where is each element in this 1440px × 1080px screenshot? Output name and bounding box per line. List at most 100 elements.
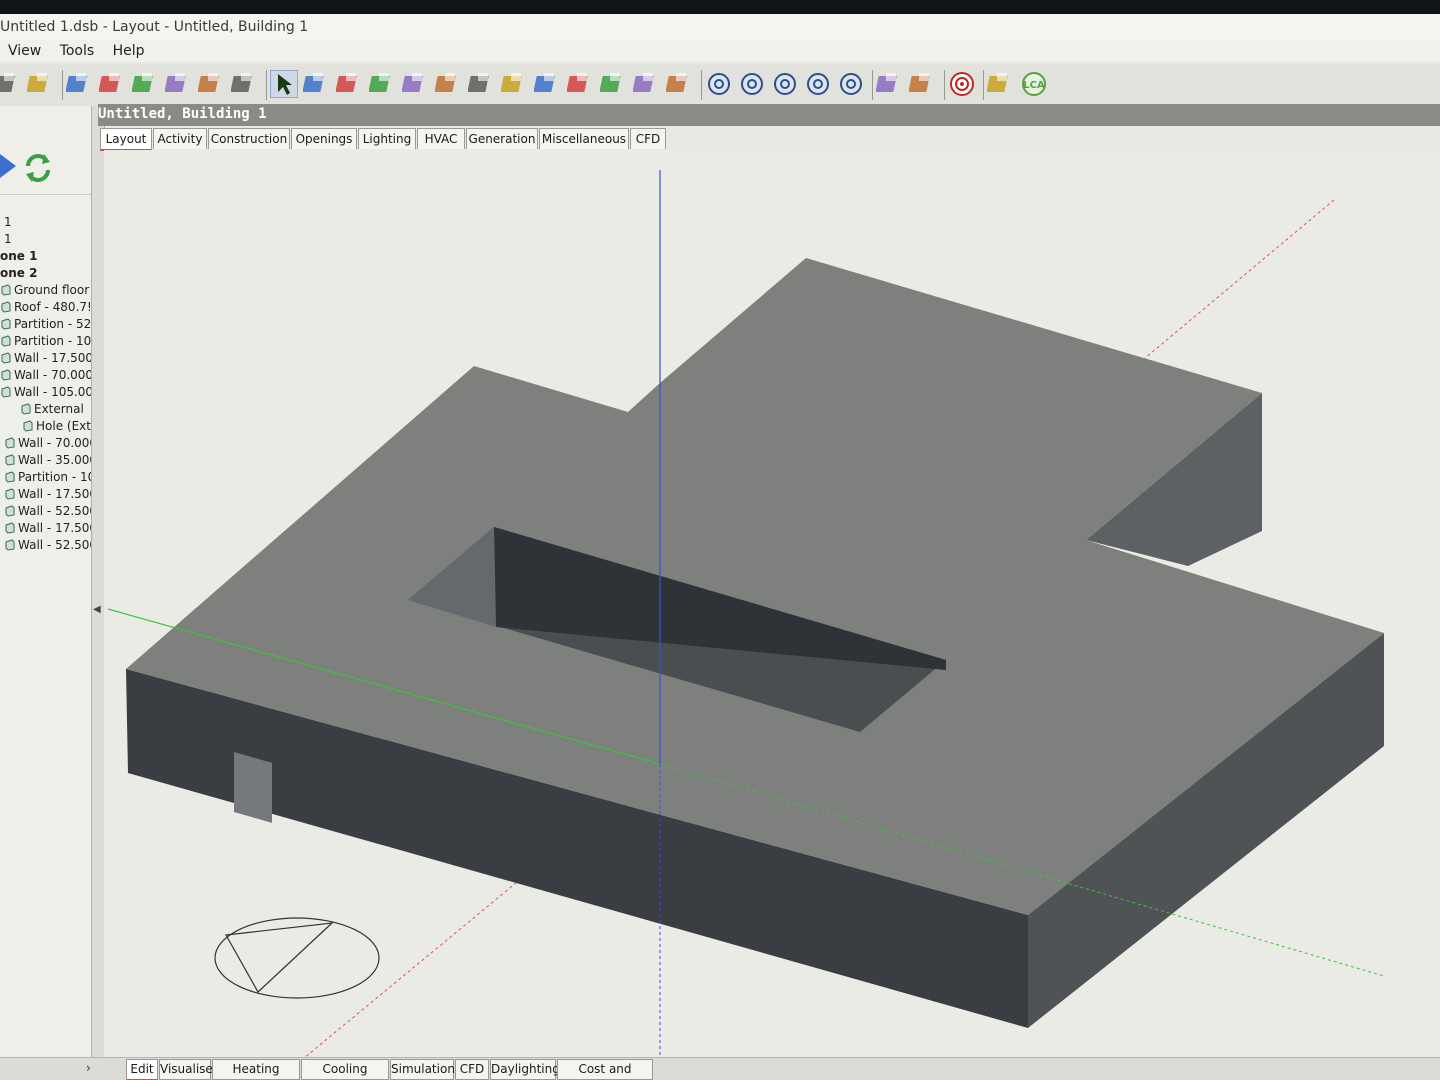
tree-node[interactable]: Partition - 52.: [0, 316, 95, 333]
tab-miscellaneous[interactable]: Miscellaneous: [539, 128, 629, 149]
tree-node[interactable]: Roof - 480.7!: [0, 299, 92, 316]
block-icon[interactable]: [164, 70, 193, 98]
tree-node-label: Wall - 17.500: [14, 351, 94, 365]
edit-icon[interactable]: [26, 70, 55, 98]
scroll-right-icon[interactable]: ›: [86, 1061, 91, 1075]
target-icon[interactable]: [948, 70, 976, 98]
tab-lighting[interactable]: Lighting: [358, 128, 416, 149]
tree-node[interactable]: Wall - 70.000: [4, 435, 97, 452]
bottom-tab-daylighting[interactable]: Daylighting: [490, 1059, 560, 1080]
tree-node[interactable]: Ground floor: [0, 282, 89, 299]
tree-node[interactable]: Wall - 105.00: [0, 384, 93, 401]
cut-icon[interactable]: [467, 70, 496, 98]
menu-tools[interactable]: Tools: [60, 40, 95, 62]
select-arrow-icon[interactable]: [269, 69, 299, 99]
toolbar-separator: [266, 70, 267, 100]
menu-help[interactable]: Help: [113, 40, 145, 62]
grid-icon[interactable]: [98, 70, 127, 98]
surface-icon: [4, 437, 16, 449]
tree-node[interactable]: 1: [4, 214, 12, 231]
paint-icon[interactable]: [566, 70, 595, 98]
tree-node[interactable]: Partition - 10.: [4, 469, 99, 486]
tree-node-label: one 2: [0, 266, 38, 280]
tree-node[interactable]: Wall - 52.500: [4, 537, 97, 554]
zoom-fit-icon[interactable]: [804, 70, 832, 98]
zoom-window-icon[interactable]: [837, 70, 865, 98]
eraser-icon[interactable]: [131, 70, 160, 98]
collapse-arrow-icon[interactable]: ◀: [93, 604, 101, 615]
tree-node-label: External: [34, 402, 84, 416]
orbit-icon[interactable]: [705, 70, 733, 98]
zoom-out-icon[interactable]: [771, 70, 799, 98]
tree-node-label: Partition - 52.: [14, 317, 96, 331]
tree-node[interactable]: Wall - 17.500: [0, 350, 93, 367]
door-opening[interactable]: [234, 752, 272, 823]
tree-node[interactable]: Wall - 52.500: [4, 503, 97, 520]
box-icon[interactable]: [599, 70, 628, 98]
building-model[interactable]: [126, 258, 1384, 1028]
lca-icon[interactable]: LCA: [1020, 70, 1048, 98]
3d-viewport[interactable]: [104, 150, 1440, 1058]
tree-node[interactable]: Wall - 17.500: [4, 520, 97, 537]
tree-node[interactable]: Wall - 17.500: [4, 486, 97, 503]
tab-openings[interactable]: Openings: [291, 128, 357, 149]
zoom-in-icon[interactable]: [738, 70, 766, 98]
tab-cfd[interactable]: CFD: [630, 128, 666, 149]
open-icon[interactable]: [0, 70, 22, 98]
tree-node-label: Partition - 10.: [18, 470, 100, 484]
merge-icon[interactable]: [533, 70, 562, 98]
bottom-tab-visualise[interactable]: Visualise: [159, 1059, 213, 1080]
tree-node[interactable]: Partition - 10.: [0, 333, 95, 350]
bottom-tab-cfd[interactable]: CFD: [455, 1059, 489, 1080]
panel-splitter[interactable]: ◀: [91, 106, 105, 1066]
bottom-tab-simulation[interactable]: Simulation: [390, 1059, 455, 1080]
tree-node-label: Ground floor: [14, 283, 90, 297]
surface-icon: [0, 301, 12, 313]
wrench-icon[interactable]: [65, 70, 94, 98]
tree-node-label: Wall - 52.500: [18, 504, 98, 518]
measure-icon[interactable]: [665, 70, 694, 98]
tree-node[interactable]: one 1: [0, 248, 37, 265]
tab-activity[interactable]: Activity: [153, 128, 207, 149]
tree-node[interactable]: External: [20, 401, 84, 418]
tree-node[interactable]: Wall - 35.000: [4, 452, 97, 469]
surface-icon: [0, 284, 12, 296]
tab-generation[interactable]: Generation: [466, 128, 538, 149]
surface-icon: [4, 454, 16, 466]
tree-node[interactable]: one 2: [0, 265, 37, 282]
tree-node[interactable]: Hole (Ext: [22, 418, 91, 435]
tab-hvac[interactable]: HVAC: [417, 128, 465, 149]
toolbar-separator: [62, 70, 63, 100]
svg-text:LCA: LCA: [1023, 80, 1045, 91]
tree-node[interactable]: 1: [4, 231, 12, 248]
sheet-icon[interactable]: [986, 70, 1015, 98]
refresh-icon[interactable]: [26, 154, 50, 182]
navigator-controls: [0, 106, 92, 195]
line-icon[interactable]: [632, 70, 661, 98]
compass-widget[interactable]: [214, 917, 380, 999]
stack-icon[interactable]: [197, 70, 226, 98]
tab-construction[interactable]: Construction: [208, 128, 290, 149]
add-block-icon[interactable]: [368, 70, 397, 98]
surface-icon: [0, 352, 12, 364]
play-arrow-icon[interactable]: [0, 154, 16, 178]
add-zone-icon[interactable]: [401, 70, 430, 98]
gear-icon[interactable]: [230, 70, 259, 98]
bottom-tab-cooling-design[interactable]: Cooling design: [301, 1059, 389, 1080]
draw-icon[interactable]: [434, 70, 463, 98]
toolbar-separator: [944, 70, 945, 100]
bottom-tab-bar: › EditVisualiseHeating designCooling des…: [0, 1057, 1440, 1080]
bottom-tab-heating-design[interactable]: Heating design: [212, 1059, 300, 1080]
bottom-tab-cost-and-carbon[interactable]: Cost and Carbon: [557, 1059, 653, 1080]
model-canvas[interactable]: [104, 150, 1440, 1058]
rotate-icon[interactable]: [302, 70, 331, 98]
title-bar: Untitled 1.dsb - Layout - Untitled, Buil…: [0, 14, 1440, 40]
tab-layout[interactable]: Layout: [100, 128, 152, 151]
bottom-tab-edit[interactable]: Edit: [126, 1059, 158, 1080]
tree-node[interactable]: Wall - 70.000: [0, 367, 93, 384]
menu-view[interactable]: View: [8, 40, 41, 62]
table-icon[interactable]: [908, 70, 937, 98]
move-icon[interactable]: [335, 70, 364, 98]
stamp-icon[interactable]: [500, 70, 529, 98]
report-icon[interactable]: [875, 70, 904, 98]
